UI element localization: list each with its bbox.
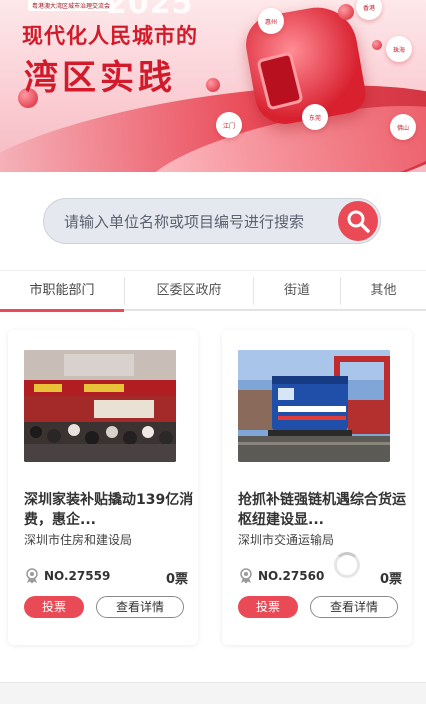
banner-year: 2025 [106, 0, 194, 21]
city-bubble: 惠州 [258, 8, 284, 34]
view-details-button[interactable]: 查看详情 [96, 596, 184, 618]
project-card[interactable]: 深圳家装补贴撬动139亿消费，惠企... 深圳市住房和建设局 NO.27559 … [8, 330, 198, 645]
category-tabs: 市职能部门 区委区政府 街道 其他 [0, 270, 426, 314]
city-bubble-label: 惠州 [264, 18, 277, 26]
tab-streets[interactable]: 街道 [254, 271, 340, 311]
project-photo[interactable] [238, 350, 390, 462]
banner-title-line1: 现代化人民城市的 [22, 24, 198, 48]
city-bubble: 东莞 [302, 104, 328, 130]
vote-count: 0票 [379, 572, 402, 587]
project-photo[interactable] [24, 350, 176, 462]
banner-ball [372, 40, 382, 50]
project-title[interactable]: 抢抓补链强链机遇综合货运枢纽建设显... [238, 490, 408, 530]
banner-ball [338, 4, 354, 20]
project-department: 深圳市住房和建设局 [24, 533, 133, 547]
city-bubble-label: 香港 [362, 4, 375, 12]
vote-button[interactable]: 投票 [24, 596, 84, 618]
vote-count: 0票 [165, 572, 188, 587]
city-bubble: 佛山 [390, 114, 416, 140]
loading-spinner-icon [334, 552, 360, 578]
project-title[interactable]: 深圳家装补贴撬动139亿消费，惠企... [24, 490, 194, 530]
search-bar[interactable]: 请输入单位名称或项目编号进行搜索 [43, 198, 381, 244]
city-bubble-label: 东莞 [308, 114, 321, 122]
city-bubble: 香港 [356, 0, 382, 20]
vote-button[interactable]: 投票 [238, 596, 298, 618]
search-icon [347, 210, 370, 233]
city-bubble-label: 江门 [222, 122, 235, 130]
tab-active-indicator [0, 309, 124, 312]
hero-banner: 2025 粤港澳大湾区城市治理交流会 现代化人民城市的 湾区实践 惠州 珠海 东… [0, 0, 426, 172]
banner-title-line2: 湾区实践 [24, 58, 176, 98]
search-button[interactable] [338, 201, 378, 241]
tab-municipal-departments[interactable]: 市职能部门 [0, 271, 124, 311]
banner-ball [206, 78, 220, 92]
banner-tagline: 粤港澳大湾区城市治理交流会 [28, 0, 115, 11]
medal-icon [26, 568, 38, 584]
city-bubble: 珠海 [386, 36, 412, 62]
tab-district-government[interactable]: 区委区政府 [125, 271, 253, 311]
city-bubble-label: 珠海 [392, 46, 405, 54]
search-input[interactable]: 请输入单位名称或项目编号进行搜索 [64, 211, 304, 232]
city-bubble-label: 佛山 [396, 124, 409, 132]
project-number: NO.27560 [258, 569, 325, 583]
tab-other[interactable]: 其他 [341, 271, 426, 311]
bottom-bar [0, 682, 426, 704]
project-department: 深圳市交通运输局 [238, 533, 335, 547]
city-bubble: 江门 [216, 112, 242, 138]
view-details-button[interactable]: 查看详情 [310, 596, 398, 618]
project-number: NO.27559 [44, 569, 111, 583]
medal-icon [240, 568, 252, 584]
project-card[interactable]: 抢抓补链强链机遇综合货运枢纽建设显... 深圳市交通运输局 NO.27560 0… [222, 330, 412, 645]
